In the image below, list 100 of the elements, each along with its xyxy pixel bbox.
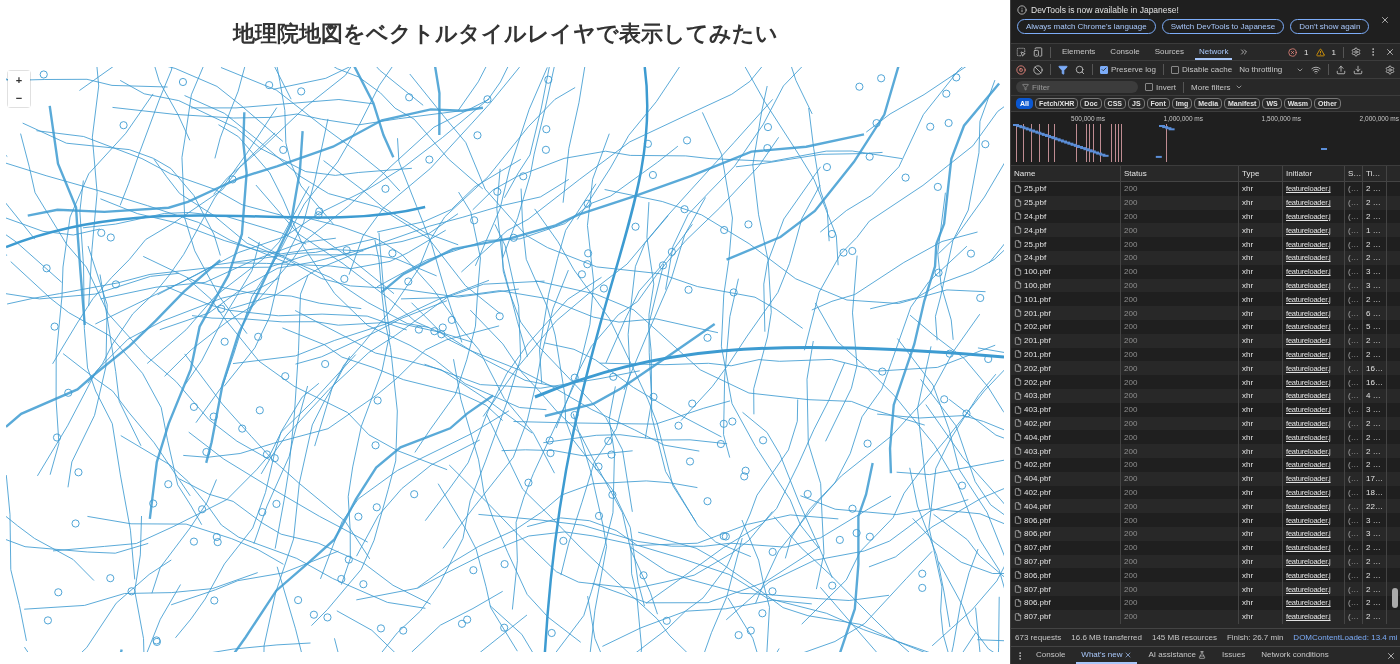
request-name[interactable]: 25.pbf (1024, 184, 1047, 194)
close-icon[interactable] (1386, 650, 1396, 661)
table-cell: (… (1345, 333, 1363, 348)
error-count: 1 (1304, 47, 1309, 57)
table-cell: 200 (1121, 237, 1239, 251)
disable-cache-checkbox[interactable]: Disable cache (1170, 65, 1233, 74)
network-conditions-icon[interactable] (1311, 64, 1322, 75)
scrollbar-thumb[interactable] (1392, 588, 1398, 608)
table-cell: xhr (1239, 457, 1283, 472)
table-cell: (… (1345, 237, 1363, 251)
request-name[interactable]: 403.pbf (1024, 405, 1051, 415)
table-cell: xhr (1239, 444, 1283, 458)
request-name[interactable]: 24.pbf (1024, 253, 1047, 263)
search-icon[interactable] (1075, 64, 1085, 75)
request-name[interactable]: 404.pbf (1024, 474, 1051, 484)
clear-icon[interactable] (1033, 64, 1043, 75)
drawer-tab[interactable]: Issues (1217, 647, 1251, 664)
filter-icon[interactable] (1058, 64, 1068, 75)
request-name[interactable]: 807.pbf (1024, 556, 1051, 566)
close-icon[interactable] (1385, 47, 1395, 57)
download-icon[interactable] (1353, 64, 1364, 75)
request-name[interactable]: 25.pbf (1024, 198, 1047, 208)
close-icon[interactable] (1124, 650, 1133, 659)
request-name[interactable]: 24.pbf (1024, 212, 1047, 221)
file-icon (1014, 460, 1022, 469)
throttling-dropdown[interactable]: No throttling (1239, 65, 1305, 74)
settings-icon[interactable] (1351, 47, 1361, 57)
request-name[interactable]: 403.pbf (1024, 391, 1051, 401)
more-filters-dropdown[interactable]: More filters (1191, 82, 1243, 92)
table-cell: xhr (1239, 306, 1283, 320)
more-tabs-icon[interactable] (1239, 47, 1250, 57)
close-icon[interactable] (1380, 15, 1390, 25)
summary-stat: 145 MB resources (1151, 633, 1217, 642)
table-cell: 200 (1121, 402, 1239, 417)
request-name[interactable]: 404.pbf (1024, 501, 1051, 511)
panel-tab[interactable]: Elements (1058, 44, 1100, 60)
request-name[interactable]: 807.pbf (1024, 543, 1051, 553)
column-header[interactable]: Initiator (1283, 166, 1345, 181)
device-toolbar-icon[interactable] (1033, 47, 1043, 57)
request-name[interactable]: 202.pbf (1024, 322, 1051, 332)
request-name[interactable]: 807.pbf (1024, 584, 1051, 594)
request-name[interactable]: 101.pbf (1024, 294, 1051, 304)
request-name[interactable]: 402.pbf (1024, 460, 1051, 470)
request-name[interactable]: 201.pbf (1024, 349, 1051, 359)
request-name[interactable]: 24.pbf (1024, 225, 1047, 235)
request-name[interactable]: 25.pbf (1024, 239, 1047, 249)
request-name[interactable]: 201.pbf (1024, 308, 1051, 318)
infobar-message: DevTools is now available in Japanese! (1031, 5, 1179, 15)
table-cell: 200 (1121, 182, 1239, 196)
filter-input[interactable]: Filter (1032, 82, 1132, 92)
column-header[interactable]: S… (1345, 166, 1363, 181)
filter-field[interactable]: Filter (1016, 81, 1138, 93)
table-cell: xhr (1239, 195, 1283, 210)
table-cell: (… (1345, 457, 1363, 472)
column-header[interactable]: Type (1239, 166, 1283, 181)
file-icon (1014, 295, 1022, 304)
settings-icon[interactable] (1385, 64, 1395, 75)
request-name[interactable]: 202.pbf (1024, 377, 1051, 387)
column-header[interactable]: Name (1011, 166, 1121, 181)
file-icon (1014, 309, 1022, 318)
map-view[interactable]: + − (6, 67, 1004, 652)
error-icon (1288, 47, 1298, 57)
request-name[interactable]: 402.pbf (1024, 418, 1051, 428)
request-name[interactable]: 100.pbf (1024, 280, 1051, 290)
request-name[interactable]: 806.pbf (1024, 515, 1051, 525)
table-cell: xhr (1239, 471, 1283, 486)
inspect-element-icon[interactable] (1016, 47, 1026, 57)
file-icon (1014, 391, 1022, 400)
table-cell: xhr (1239, 388, 1283, 403)
drawer-tab[interactable]: AI assistance (1143, 647, 1212, 664)
drawer-tab[interactable]: Console (1031, 647, 1071, 664)
column-header[interactable]: Status (1121, 166, 1239, 181)
request-name[interactable]: 404.pbf (1024, 432, 1051, 442)
file-icon (1014, 350, 1022, 359)
record-stop-icon[interactable] (1016, 64, 1026, 75)
table-cell: 200 (1121, 471, 1239, 486)
request-name[interactable]: 402.pbf (1024, 487, 1051, 497)
request-name[interactable]: 100.pbf (1024, 267, 1051, 277)
panel-tab[interactable]: Sources (1150, 44, 1189, 60)
table-cell: 2 … (1363, 609, 1387, 624)
request-name[interactable]: 806.pbf (1024, 529, 1051, 539)
table-cell: xhr (1239, 375, 1283, 389)
drawer-tab[interactable]: Network conditions (1256, 647, 1334, 664)
request-name[interactable]: 807.pbf (1024, 612, 1051, 622)
drawer-tab[interactable]: What's new (1076, 647, 1138, 664)
table-cell: (… (1345, 540, 1363, 555)
table-cell: 200 (1121, 526, 1239, 541)
table-cell: xhr (1239, 333, 1283, 348)
panel-tab[interactable]: Console (1106, 44, 1144, 60)
table-cell: (… (1345, 513, 1363, 527)
request-name[interactable]: 403.pbf (1024, 446, 1051, 456)
request-name[interactable]: 201.pbf (1024, 336, 1051, 346)
invert-checkbox[interactable]: Invert (1145, 82, 1176, 92)
column-header[interactable]: Ti… (1363, 166, 1387, 181)
upload-icon[interactable] (1336, 64, 1347, 75)
request-name[interactable]: 806.pbf (1024, 570, 1051, 580)
preserve-log-checkbox[interactable]: Preserve log (1100, 65, 1156, 74)
request-name[interactable]: 806.pbf (1024, 598, 1051, 608)
checkmark-icon (1101, 66, 1107, 73)
request-name[interactable]: 202.pbf (1024, 363, 1051, 373)
